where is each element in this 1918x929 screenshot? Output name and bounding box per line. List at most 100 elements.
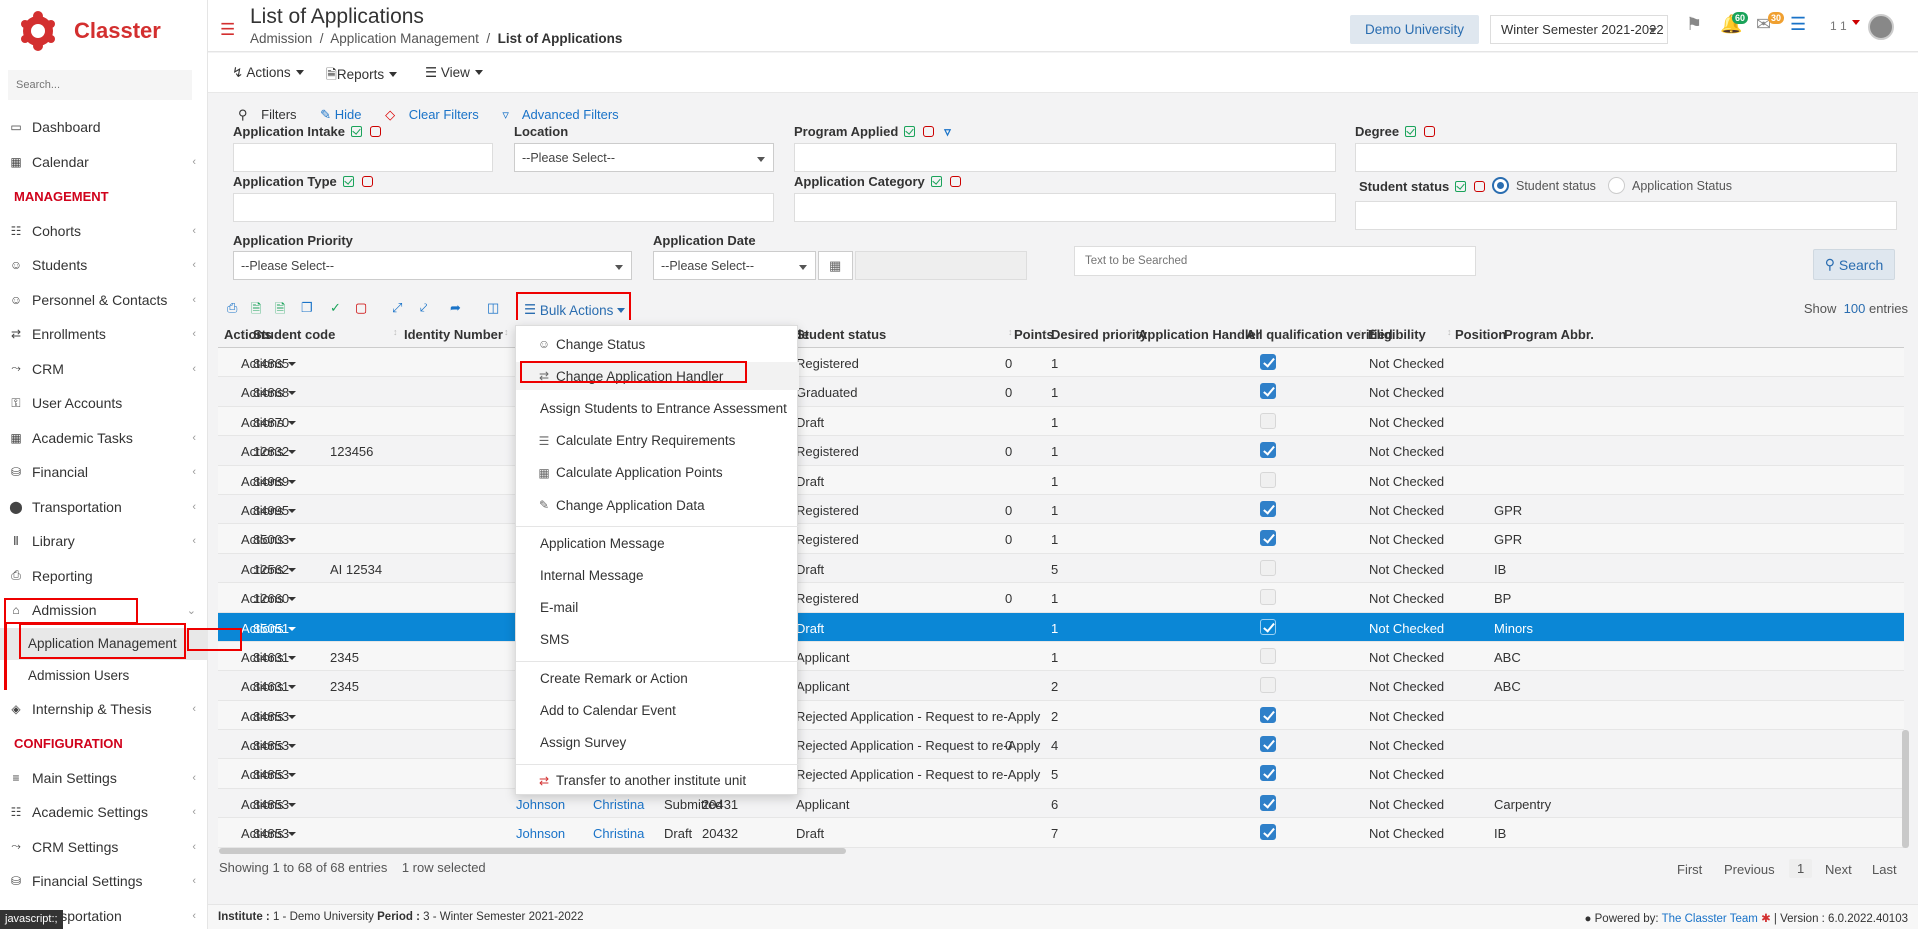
compress-icon[interactable]: ⤦	[420, 300, 434, 315]
student-status-input[interactable]	[1355, 201, 1897, 230]
menu-item-assign-students-to-entrance-assessment[interactable]: Assign Students to Entrance Assessment	[516, 394, 799, 422]
menu-item-calculate-entry-requirements[interactable]: ☰ Calculate Entry Requirements	[516, 427, 799, 455]
menu-item-change-status[interactable]: ☺ Change Status	[516, 330, 799, 358]
clear-icon[interactable]	[1424, 126, 1436, 137]
qualification-verified-checkbox[interactable]	[1260, 383, 1276, 400]
table-row[interactable]: Actions12832123456ident20398Registered01…	[218, 436, 1904, 466]
vertical-scrollbar[interactable]	[1902, 730, 1909, 848]
table-row[interactable]: Actions84853ected20430Rejected Applicati…	[218, 759, 1904, 789]
table-row[interactable]: Actions 84853 Johnson Christina Submitted 204…	[218, 789, 1904, 819]
hide-filters-link[interactable]: ✎ Hide	[320, 107, 371, 122]
sidebar-subitem-application-management[interactable]: Application Management	[0, 627, 208, 660]
table-row[interactable]: Actions84853ected20429Rejected Applicati…	[218, 730, 1904, 760]
sidebar-item-main-settings[interactable]: ≡ Main Settings ‹	[0, 761, 208, 796]
calendar-picker-button[interactable]: ▦	[818, 251, 853, 280]
text-search-input[interactable]	[1074, 246, 1476, 276]
columns-icon[interactable]: ◫	[487, 300, 501, 315]
clear-icon[interactable]	[1474, 181, 1486, 192]
table-row[interactable]: Actions8505120423Draft1Not CheckedMinors	[218, 612, 1904, 642]
breadcrumb-application-management[interactable]: Application Management	[330, 31, 479, 46]
flag-icon[interactable]: ⚑	[1686, 14, 1702, 35]
table-row[interactable]: Actions85003ident20405Registered01Not Ch…	[218, 524, 1904, 554]
menu-item-add-to-calendar-event[interactable]: Add to Calendar Event	[516, 696, 799, 724]
sort-icon[interactable]: ↕	[1447, 327, 1452, 337]
sidebar-item-crm[interactable]: ⤳ CRM ‹	[0, 352, 208, 387]
menu-item-change-application-data[interactable]: ✎ Change Application Data	[516, 491, 799, 519]
expand-icon[interactable]: ⤢	[392, 300, 406, 315]
excel-icon[interactable]: 🗎	[251, 300, 265, 316]
layers-icon[interactable]: ☰	[1790, 14, 1806, 35]
sort-icon[interactable]: ↕	[242, 327, 247, 337]
column-header[interactable]: Position	[1455, 327, 1506, 342]
table-row[interactable]: Actions12562AI 1253420413Draft5Not Check…	[218, 554, 1904, 584]
user-dropdown-chevron-icon[interactable]	[1852, 20, 1860, 29]
user-count[interactable]: 1 1	[1830, 19, 1847, 33]
qualification-verified-checkbox[interactable]	[1260, 647, 1276, 664]
select-all-icon[interactable]	[350, 126, 362, 137]
pager-last[interactable]: Last	[1872, 862, 1897, 877]
qualification-verified-checkbox[interactable]	[1260, 794, 1276, 811]
column-header[interactable]: Student status	[796, 327, 886, 342]
table-row[interactable]: Actions84853ected20428Rejected Applicati…	[218, 700, 1904, 731]
column-header[interactable]: Student code	[253, 327, 335, 342]
csv-icon[interactable]: 🗎	[275, 300, 289, 316]
qualification-verified-checkbox[interactable]	[1260, 677, 1276, 694]
clear-icon[interactable]	[949, 176, 961, 187]
sidebar-item-academic-settings[interactable]: ☷ Academic Settings ‹	[0, 795, 208, 830]
table-row[interactable]: Actions84868ident20396Graduated01Not Che…	[218, 377, 1904, 407]
qualification-verified-checkbox[interactable]	[1260, 706, 1276, 723]
radio-application-status[interactable]	[1608, 177, 1625, 194]
menu-item-sms[interactable]: SMS	[516, 626, 799, 654]
menu-item-assign-survey[interactable]: Assign Survey	[516, 728, 799, 756]
table-row[interactable]: Actions12660ident20422Registered01Not Ch…	[218, 583, 1904, 613]
first-name-cell[interactable]: Christina	[593, 826, 644, 841]
sidebar-item-calendar[interactable]: ▦ Calendar ‹	[0, 145, 208, 180]
page-size-select[interactable]: 100	[1844, 301, 1866, 316]
sidebar-item-personnel-contacts[interactable]: ☺ Personnel & Contacts ‹	[0, 283, 208, 318]
qualification-verified-checkbox[interactable]	[1260, 589, 1276, 606]
menu-item-e-mail[interactable]: E-mail	[516, 594, 799, 622]
sort-icon[interactable]: ↕	[1238, 327, 1243, 337]
print-icon[interactable]: ⎙	[227, 300, 241, 315]
pager-page-1[interactable]: 1	[1789, 859, 1813, 878]
qualification-verified-checkbox[interactable]	[1260, 530, 1276, 547]
sidebar-item-financial[interactable]: ⛁ Financial ‹	[0, 455, 208, 490]
menu-item-calculate-application-points[interactable]: ▦ Calculate Application Points	[516, 459, 799, 487]
sort-icon[interactable]: ↕	[504, 327, 509, 337]
column-header[interactable]: Points	[1014, 327, 1054, 342]
clear-filters-link[interactable]: ◇ Clear Filters	[385, 107, 489, 122]
copy-icon[interactable]: ❐	[301, 300, 315, 315]
sort-icon[interactable]: ↕	[1008, 327, 1013, 337]
hamburger-menu-icon[interactable]: ☰	[220, 20, 235, 40]
application-type-input[interactable]	[233, 193, 774, 222]
column-header[interactable]: Desired priority	[1051, 327, 1147, 342]
advanced-filters-link[interactable]: ▿ Advanced Filters	[502, 107, 628, 122]
breadcrumb-admission[interactable]: Admission	[250, 31, 312, 46]
qualification-verified-checkbox[interactable]	[1260, 471, 1276, 488]
pager-next[interactable]: Next	[1825, 862, 1852, 877]
application-priority-select[interactable]: --Please Select--	[233, 251, 632, 280]
select-all-rows-icon[interactable]: ✓	[330, 300, 344, 315]
qualification-verified-checkbox[interactable]	[1260, 559, 1276, 576]
app-logo[interactable]: Classter	[18, 10, 161, 52]
select-all-icon[interactable]	[1455, 181, 1467, 192]
pager-first[interactable]: First	[1677, 862, 1702, 877]
column-header[interactable]: Eligibility	[1368, 327, 1426, 342]
qualification-verified-checkbox[interactable]	[1260, 412, 1276, 429]
program-applied-input[interactable]	[794, 143, 1336, 172]
reports-menu-button[interactable]: 🗎Reports	[326, 65, 397, 88]
table-row[interactable]: Actions84865ident20390Registered01Not Ch…	[218, 348, 1904, 378]
clear-icon[interactable]	[361, 176, 373, 187]
last-name-cell[interactable]: Johnson	[516, 797, 565, 812]
sort-icon[interactable]: ↕	[393, 327, 398, 337]
table-row[interactable]: Actions84631234520426Applicant2Not Check…	[218, 671, 1904, 701]
sidebar-subitem-admission-users[interactable]: Admission Users	[0, 660, 208, 692]
qualification-verified-checkbox[interactable]	[1260, 736, 1276, 753]
funnel-icon[interactable]: ▿	[944, 124, 951, 139]
sidebar-item-financial-settings[interactable]: ⛁ Financial Settings ‹	[0, 864, 208, 899]
menu-item-create-remark-or-action[interactable]: Create Remark or Action	[516, 664, 799, 692]
qualification-verified-checkbox[interactable]	[1260, 442, 1276, 459]
sidebar-item-dashboard[interactable]: ▭ Dashboard	[0, 110, 208, 145]
sidebar-item-user-accounts[interactable]: ⚿ User Accounts	[0, 386, 208, 421]
semester-select[interactable]: Winter Semester 2021-2022	[1490, 15, 1668, 44]
